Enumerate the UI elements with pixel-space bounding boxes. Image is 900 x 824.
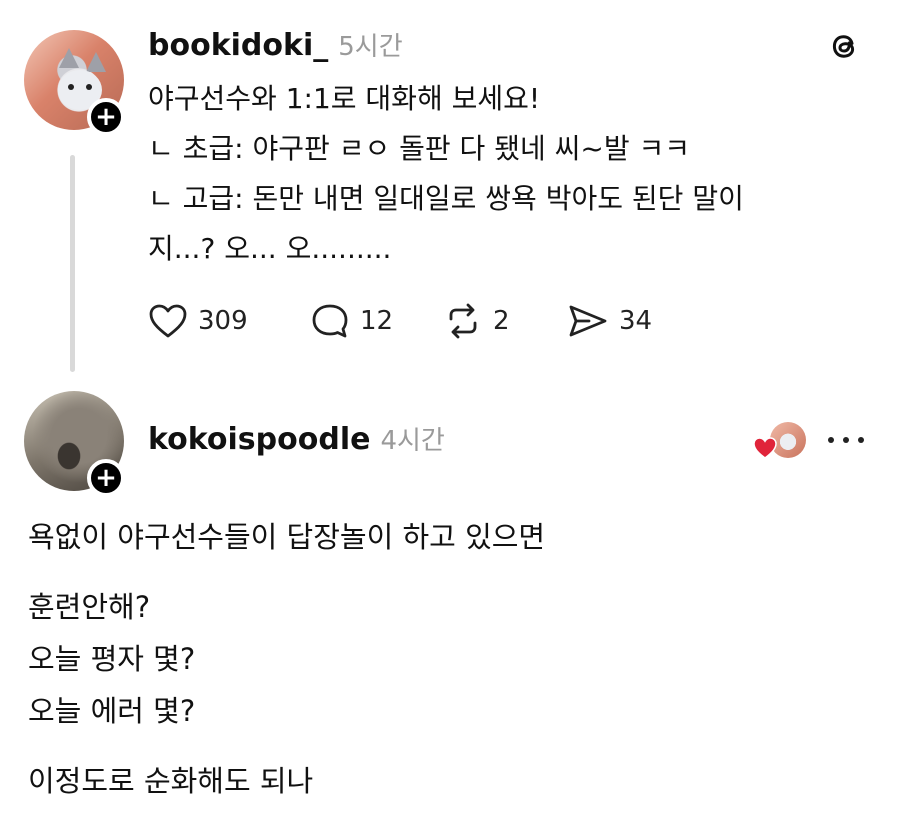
post-text-line: ㄴ 고급: 돈만 내면 일대일로 쌍욕 박아도 된단 말이 <box>148 182 744 215</box>
like-count: 309 <box>198 306 248 336</box>
liked-by-author-indicator[interactable] <box>752 420 808 464</box>
reply-text-line: 훈련안해? <box>28 590 151 624</box>
comment-count: 12 <box>360 306 394 336</box>
repost-button[interactable]: 2 <box>443 300 510 342</box>
heart-icon <box>149 304 187 338</box>
post-text-line: 야구선수와 1:1로 대화해 보세요! <box>148 82 541 115</box>
like-button[interactable]: 309 <box>148 300 248 342</box>
reply-text-line: 이정도로 순화해도 되나 <box>28 764 314 798</box>
reply-timestamp: 4시간 <box>380 426 445 456</box>
plus-icon: + <box>95 102 117 132</box>
post-timestamp: 5시간 <box>338 32 403 62</box>
reply-username[interactable]: kokoispoodle <box>148 422 370 457</box>
follow-plus-button[interactable]: + <box>87 98 125 136</box>
reply-text-line: 오늘 평자 몇? <box>28 642 196 676</box>
plus-icon: + <box>95 463 117 493</box>
post-username[interactable]: bookidoki_ <box>148 28 328 63</box>
share-button[interactable]: 34 <box>567 300 652 342</box>
thread-connector-line <box>70 155 75 372</box>
comment-bubble-icon <box>312 304 348 338</box>
repost-icon <box>449 303 477 339</box>
follow-plus-button[interactable]: + <box>87 459 125 497</box>
reply-text-line: 욕없이 야구선수들이 답장놀이 하고 있으면 <box>28 520 546 554</box>
post-text-line: ㄴ 초급: 야구판 ㄹㅇ 돌판 다 됐네 씨~발 ㅋㅋ <box>148 132 691 165</box>
heart-icon <box>753 437 777 459</box>
more-dots-icon[interactable] <box>828 430 864 450</box>
comment-button[interactable]: 12 <box>310 300 393 342</box>
post-text-line: 지...? 오... 오......... <box>148 232 392 265</box>
reply-text-line: 오늘 에러 몇? <box>28 694 196 728</box>
threads-logo-icon[interactable] <box>827 28 863 64</box>
repost-count: 2 <box>493 306 510 336</box>
send-icon <box>569 305 607 337</box>
share-count: 34 <box>619 306 653 336</box>
